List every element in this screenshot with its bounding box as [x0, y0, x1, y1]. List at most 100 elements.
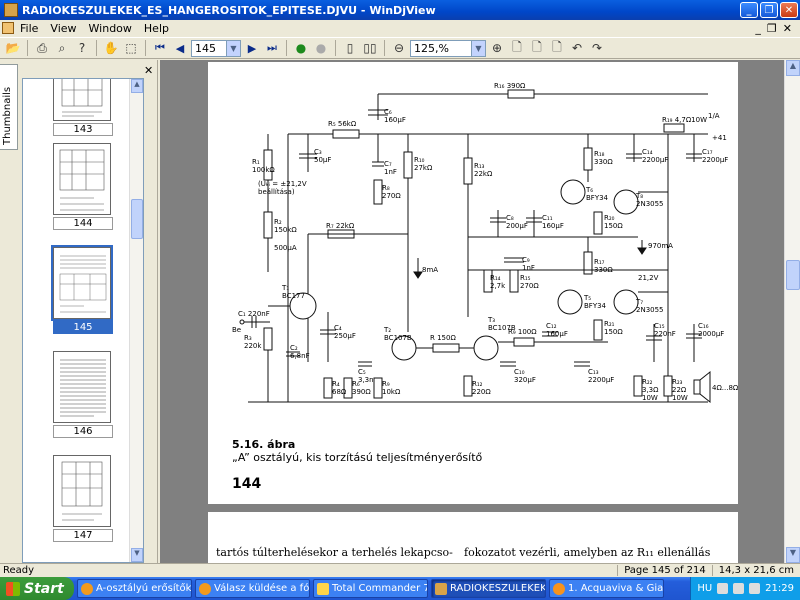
about-icon[interactable]: ?: [73, 39, 91, 57]
taskbar-item-total-commander[interactable]: Total Commander 7....: [313, 579, 428, 598]
schematic-label: R₉ 10kΩ: [382, 380, 401, 396]
zoom-combo[interactable]: 125,% ▼: [410, 39, 486, 57]
close-icon[interactable]: ✕: [144, 64, 153, 77]
schematic-label: R₃ 220k: [244, 334, 262, 350]
facing-pages-icon[interactable]: ▯▯: [361, 39, 379, 57]
taskbar-item-firefox-1[interactable]: A-osztályú erősítők -...: [77, 579, 192, 598]
windjview-icon: [435, 582, 447, 595]
schematic-label: C₉ 1nF: [522, 256, 535, 272]
thumbnail-147[interactable]: 147: [53, 455, 113, 542]
tab-thumbnails[interactable]: Thumbnails: [0, 64, 18, 150]
tray-icon[interactable]: [749, 583, 761, 594]
print-icon[interactable]: ⎙: [33, 39, 51, 57]
schematic-label: C₁₇ 2200µF: [702, 148, 729, 164]
taskbar-item-firefox-2[interactable]: Válasz küldése a fór...: [195, 579, 310, 598]
minimize-button[interactable]: _: [740, 2, 758, 18]
schematic-label: C₁₀ 320µF: [514, 368, 536, 384]
task-label: 1. Acquaviva & Giac...: [568, 583, 664, 594]
scroll-down-icon[interactable]: ▼: [131, 548, 143, 562]
rotate-right-icon[interactable]: ↷: [588, 39, 606, 57]
scroll-up-icon[interactable]: ▲: [131, 79, 143, 93]
schematic-label: R₂₂ 3,3Ω 10W: [642, 378, 659, 402]
back-icon[interactable]: ●: [292, 39, 310, 57]
menu-file[interactable]: File: [14, 22, 44, 35]
document-view[interactable]: R₁₆ 390Ω C₆ 160µF R₅ 56kΩ C₃ 50µF R₁ 100…: [160, 60, 800, 563]
schematic-label: R₁₂ 220Ω: [472, 380, 491, 396]
scroll-thumb[interactable]: [131, 199, 143, 239]
maximize-button[interactable]: ❐: [760, 2, 778, 18]
schematic-label: T₆ BFY34: [586, 186, 609, 202]
find-icon[interactable]: ⌕: [53, 39, 71, 57]
select-tool-icon[interactable]: ⬚: [122, 39, 140, 57]
page-of-indicator: Page 145 of 214: [617, 565, 712, 576]
status-bar: Ready Page 145 of 214 14,3 x 21,6 cm: [0, 563, 800, 577]
document-scrollbar[interactable]: ▲ ▼: [784, 60, 800, 563]
thumbnail-page: [53, 143, 111, 215]
document-page: R₁₆ 390Ω C₆ 160µF R₅ 56kΩ C₃ 50µF R₁ 100…: [208, 62, 738, 504]
thumbnail-page: [51, 245, 113, 321]
firefox-icon: [199, 582, 211, 595]
actual-size-icon[interactable]: 🗋: [548, 39, 566, 57]
start-label: Start: [24, 580, 64, 597]
single-page-icon[interactable]: ▯: [341, 39, 359, 57]
schematic-label: 1/A: [708, 112, 720, 120]
thumbnail-page: [53, 79, 111, 121]
thumbnails-tab-label: Thumbnails: [2, 86, 13, 145]
close-button[interactable]: ✕: [780, 2, 798, 18]
thumbnail-143[interactable]: 143: [53, 79, 113, 136]
doc-restore-button[interactable]: ❐: [767, 22, 777, 35]
scroll-thumb[interactable]: [786, 260, 800, 290]
thumbnail-145[interactable]: 145: [51, 245, 113, 334]
tray-icon[interactable]: [733, 583, 745, 594]
zoom-in-icon[interactable]: ⊕: [488, 39, 506, 57]
taskbar-item-media-player[interactable]: 1. Acquaviva & Giac...: [549, 579, 664, 598]
language-indicator[interactable]: HU: [697, 583, 712, 594]
fit-width-icon[interactable]: 🗋: [528, 39, 546, 57]
doc-minimize-button[interactable]: _: [755, 22, 761, 35]
schematic-label: T₂ BC107B: [384, 326, 412, 342]
tray-icon[interactable]: [717, 583, 729, 594]
first-page-icon[interactable]: ⏮: [151, 39, 169, 57]
app-icon: [4, 3, 18, 17]
hand-tool-icon[interactable]: ✋: [102, 39, 120, 57]
menu-help[interactable]: Help: [138, 22, 175, 35]
schematic-label: 4Ω...8Ω: [712, 384, 739, 392]
scroll-down-icon[interactable]: ▼: [786, 547, 800, 563]
thumbnail-label: 144: [53, 217, 113, 230]
zoom-out-icon[interactable]: ⊖: [390, 39, 408, 57]
previous-page-icon[interactable]: ◀: [171, 39, 189, 57]
menu-view[interactable]: View: [44, 22, 82, 35]
page-combo[interactable]: 145 ▼: [191, 39, 241, 57]
zoom-value: 125,%: [414, 41, 449, 55]
fit-page-icon[interactable]: 🗋: [508, 39, 526, 57]
last-page-icon[interactable]: ⏭: [263, 39, 281, 57]
thumbnail-144[interactable]: 144: [53, 143, 113, 230]
thumbnail-scrollbar[interactable]: ▲ ▼: [129, 79, 143, 562]
thumbnail-page: [53, 351, 111, 423]
rotate-left-icon[interactable]: ↶: [568, 39, 586, 57]
thumbnail-label: 147: [53, 529, 113, 542]
task-label: Total Commander 7....: [332, 583, 427, 594]
next-page-icon[interactable]: ▶: [243, 39, 261, 57]
schematic-label: 500µA: [274, 244, 297, 252]
total-commander-icon: [317, 582, 329, 595]
open-icon[interactable]: 📂: [4, 39, 22, 57]
thumbnail-146[interactable]: 146: [53, 351, 113, 438]
schematic-label: R₂₃ 22Ω 10W: [672, 378, 688, 402]
page-size-indicator: 14,3 x 21,6 cm: [711, 565, 800, 576]
schematic-label: T₈ 2N3055: [636, 192, 664, 208]
menu-window[interactable]: Window: [83, 22, 138, 35]
chevron-down-icon[interactable]: ▼: [226, 40, 240, 56]
thumbnails-sidebar: Thumbnails ✕ 143 144 145 146 147 ▲ ▼: [0, 60, 158, 563]
forward-icon[interactable]: ●: [312, 39, 330, 57]
media-player-icon: [553, 582, 565, 595]
clock: 21:29: [765, 583, 794, 594]
doc-close-button[interactable]: ✕: [783, 22, 792, 35]
chevron-down-icon[interactable]: ▼: [471, 40, 485, 56]
taskbar-item-windjview[interactable]: RADIOKESZULEKEK_...: [431, 579, 546, 598]
schematic-label: C₁₃ 2200µF: [588, 368, 615, 384]
schematic-label: +41: [712, 134, 727, 142]
document-icon: [2, 22, 14, 34]
scroll-up-icon[interactable]: ▲: [786, 60, 800, 76]
start-button[interactable]: Start: [0, 577, 74, 600]
